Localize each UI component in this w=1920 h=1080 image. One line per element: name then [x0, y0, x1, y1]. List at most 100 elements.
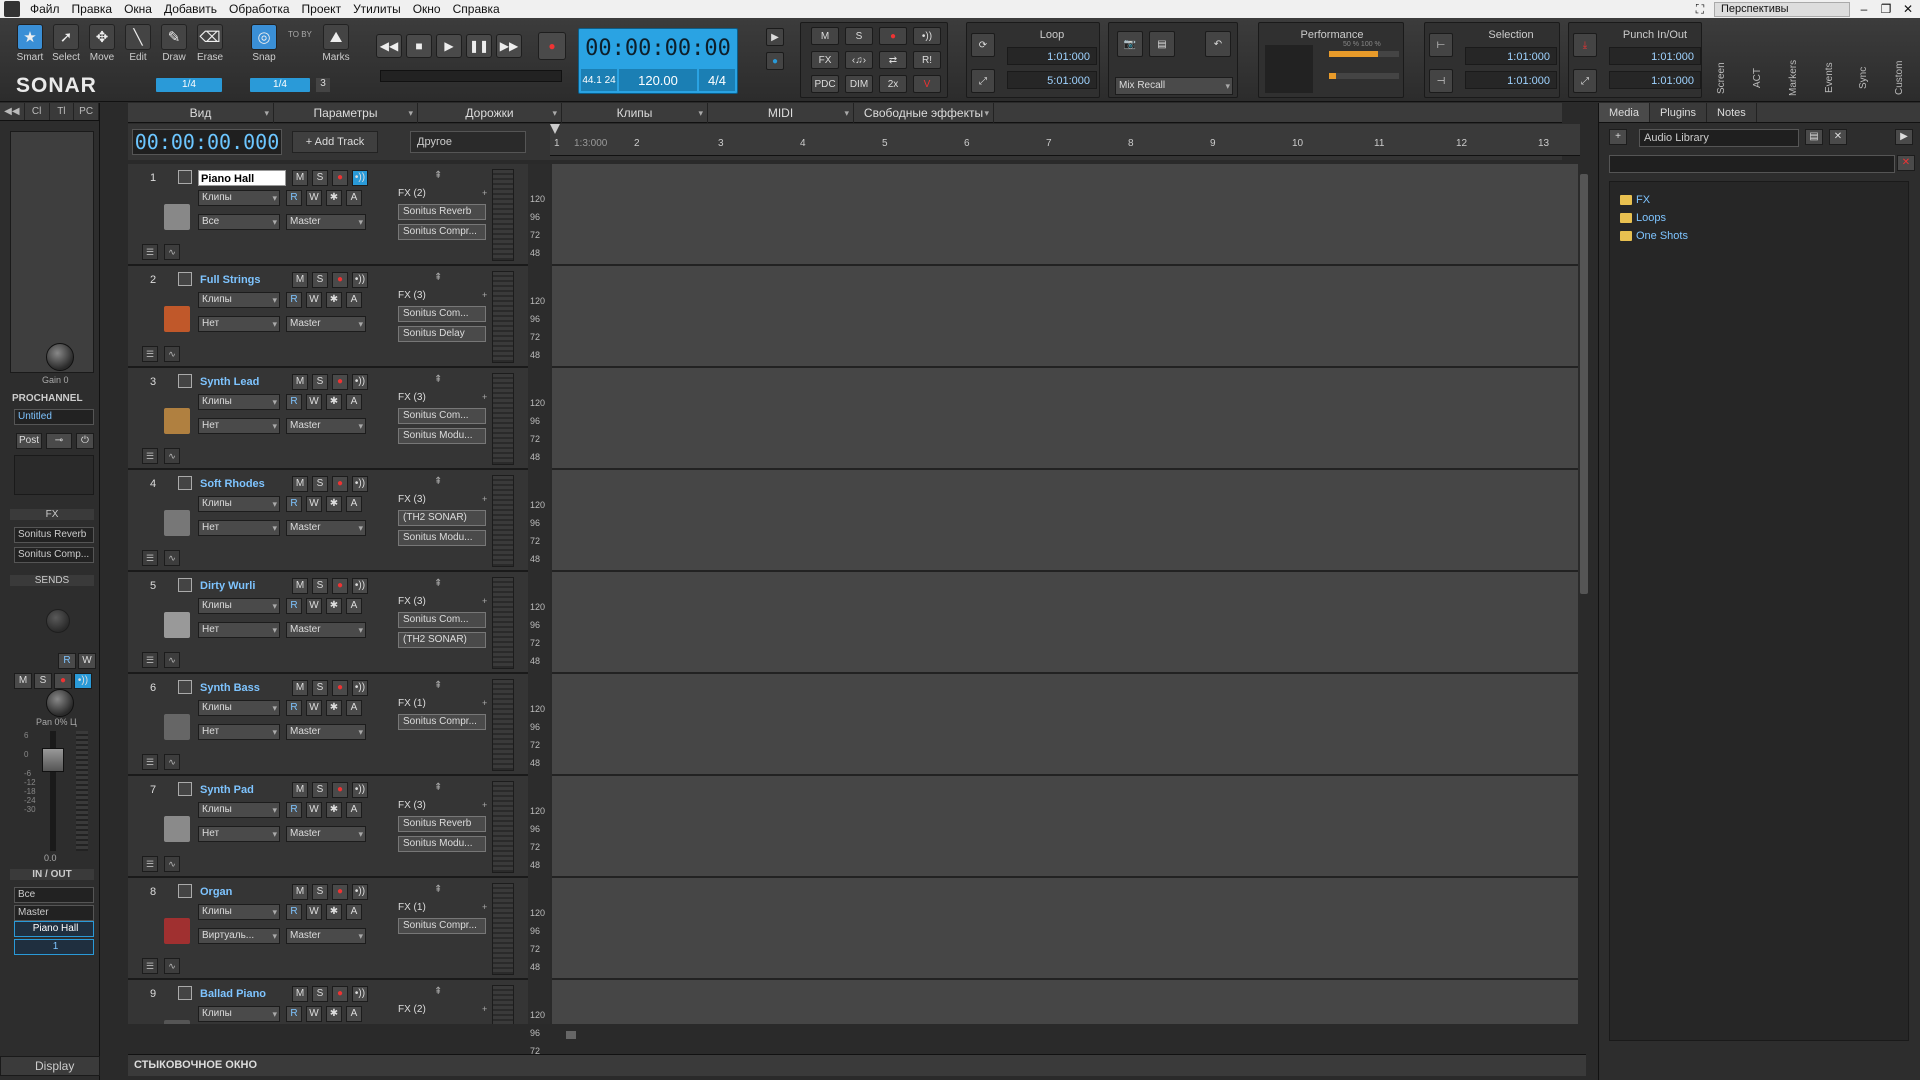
loop-set-icon[interactable]: ⤢	[971, 69, 995, 93]
tool-erase[interactable]: ⌫ Erase	[194, 24, 226, 63]
track-auto-button[interactable]: A	[346, 292, 362, 308]
track-name[interactable]: Dirty Wurli	[198, 578, 286, 594]
insp-echo-button[interactable]: •))	[74, 673, 92, 689]
post-button[interactable]: Post	[16, 433, 42, 449]
now-time[interactable]: 00:00:00:00	[579, 36, 737, 61]
perspectives-dropdown[interactable]: Перспективы	[1714, 1, 1850, 17]
selection-to-icon[interactable]: ⊣	[1429, 69, 1453, 93]
tv-menu-tracks[interactable]: Дорожки	[418, 103, 562, 123]
tab-track[interactable]: Tl	[50, 103, 75, 120]
track-collapse-icon[interactable]: ⇞	[434, 680, 442, 691]
track-collapse-icon[interactable]: ⇞	[434, 170, 442, 181]
track-freeze-button[interactable]: ✱	[326, 1006, 342, 1022]
track-collapse-icon[interactable]: ⇞	[434, 782, 442, 793]
send-level-knob[interactable]	[46, 609, 70, 633]
track-auto-button[interactable]: A	[346, 904, 362, 920]
prochannel-preset[interactable]: Untitled	[14, 409, 94, 425]
track-fx-item[interactable]: Sonitus Com...	[398, 306, 486, 322]
track-mute-button[interactable]: M	[292, 782, 308, 798]
clip-lane[interactable]	[552, 368, 1578, 470]
track-name[interactable]: Synth Lead	[198, 374, 286, 390]
track-solo-button[interactable]: S	[312, 170, 328, 186]
track-echo-button[interactable]: •))	[352, 170, 368, 186]
insp-solo-button[interactable]: S	[34, 673, 52, 689]
track-fx-item[interactable]: Sonitus Modu...	[398, 530, 486, 546]
track-solo-button[interactable]: S	[312, 476, 328, 492]
insp-input-dropdown[interactable]: Все	[14, 887, 94, 903]
fast-forward-button[interactable]: ▶▶	[496, 34, 522, 58]
track-arm-button[interactable]: ●	[332, 884, 348, 900]
meter-field[interactable]: 4/4	[699, 69, 735, 91]
track-2[interactable]: 2 Full Strings MS●•)) ⇞ Клипы RW✱A Нет Master FX…	[128, 266, 528, 368]
track-freeze-button[interactable]: ✱	[326, 394, 342, 410]
punch-end[interactable]: 1:01:000	[1609, 71, 1701, 89]
track-lanes-icon[interactable]: ☰	[142, 346, 158, 362]
punch-toggle-icon[interactable]: ⤓	[1573, 33, 1597, 57]
tool-move[interactable]: ✥ Move	[86, 24, 118, 63]
track-solo-button[interactable]: S	[312, 986, 328, 1002]
track-fx-item[interactable]: Sonitus Com...	[398, 612, 486, 628]
clip-lane[interactable]	[552, 572, 1578, 674]
tv-menu-region-fx[interactable]: Свободные эффекты	[854, 103, 994, 123]
menu-views[interactable]: Окна	[118, 2, 158, 16]
loop-toggle-icon[interactable]: ⟳	[971, 33, 995, 57]
track-read-button[interactable]: R	[286, 292, 302, 308]
track-collapse-icon[interactable]: ⇞	[434, 476, 442, 487]
tool-select[interactable]: ➚ Select	[50, 24, 82, 63]
track-lanes-icon[interactable]: ☰	[142, 448, 158, 464]
track-name[interactable]: Organ	[198, 884, 286, 900]
loop-start[interactable]: 1:01:000	[1007, 47, 1097, 65]
gain-knob[interactable]	[46, 343, 74, 371]
track-arm-button[interactable]: ●	[332, 782, 348, 798]
track-auto-button[interactable]: A	[346, 394, 362, 410]
track-write-button[interactable]: W	[306, 802, 322, 818]
track-freeze-button[interactable]: ✱	[326, 904, 342, 920]
rewind-button[interactable]: ◀◀	[376, 34, 402, 58]
track-auto-button[interactable]: A	[346, 190, 362, 206]
browser-item-one-shots[interactable]: One Shots	[1620, 230, 1688, 242]
insp-output-dropdown[interactable]: Master	[14, 905, 94, 921]
add-fx-icon[interactable]: +	[482, 392, 487, 402]
mix-recall-dropdown[interactable]: Mix Recall	[1115, 77, 1233, 95]
tv-menu-midi[interactable]: MIDI	[708, 103, 854, 123]
track-clips-dropdown[interactable]: Клипы	[198, 598, 280, 614]
track-read-button[interactable]: R	[286, 496, 302, 512]
tab-notes[interactable]: Notes	[1707, 103, 1757, 122]
prochannel-power-icon[interactable]: ⏻	[76, 433, 94, 449]
track-lanes-icon[interactable]: ☰	[142, 856, 158, 872]
horizontal-scrollbar[interactable]	[552, 1028, 1578, 1042]
track-fx-header[interactable]: FX (3)	[398, 494, 426, 505]
browser-play-icon[interactable]: ▶	[1895, 129, 1913, 145]
now-marker-icon[interactable]	[550, 124, 560, 134]
tool-smart[interactable]: ★ Smart	[14, 24, 46, 63]
track-fx-header[interactable]: FX (3)	[398, 290, 426, 301]
track-clips-dropdown[interactable]: Клипы	[198, 496, 280, 512]
track-solo-button[interactable]: S	[312, 680, 328, 696]
menu-file[interactable]: Файл	[24, 2, 66, 16]
tab-plugins[interactable]: Plugins	[1650, 103, 1708, 122]
track-fx-header[interactable]: FX (3)	[398, 596, 426, 607]
add-fx-icon[interactable]: +	[482, 494, 487, 504]
tv-menu-view[interactable]: Вид	[128, 103, 274, 123]
tv-time-display[interactable]: 00:00:00.000	[132, 129, 282, 155]
now-slider[interactable]	[380, 70, 562, 82]
track-input-dropdown[interactable]: Нет	[198, 316, 280, 332]
track-clips-dropdown[interactable]: Клипы	[198, 292, 280, 308]
tab-media[interactable]: Media	[1599, 103, 1650, 122]
track-automation-icon[interactable]: ∿	[164, 856, 180, 872]
display-dropdown[interactable]: Display	[0, 1056, 100, 1076]
track-freeze-button[interactable]: ✱	[326, 496, 342, 512]
tv-menu-options[interactable]: Параметры	[274, 103, 418, 123]
global-mute-button[interactable]: M	[811, 27, 839, 45]
track-output-dropdown[interactable]: Master	[286, 622, 366, 638]
track-output-dropdown[interactable]: Master	[286, 826, 366, 842]
library-dropdown[interactable]: Audio Library	[1639, 129, 1799, 147]
track-solo-button[interactable]: S	[312, 272, 328, 288]
tool-resolution[interactable]: 1/4	[156, 78, 222, 92]
track-echo-button[interactable]: •))	[352, 884, 368, 900]
browser-add-icon[interactable]: +	[1609, 129, 1627, 145]
add-fx-icon[interactable]: +	[482, 902, 487, 912]
track-name[interactable]: Synth Pad	[198, 782, 286, 798]
snapshot-icon[interactable]: 📷	[1117, 31, 1143, 57]
track-freeze-button[interactable]: ✱	[326, 190, 342, 206]
